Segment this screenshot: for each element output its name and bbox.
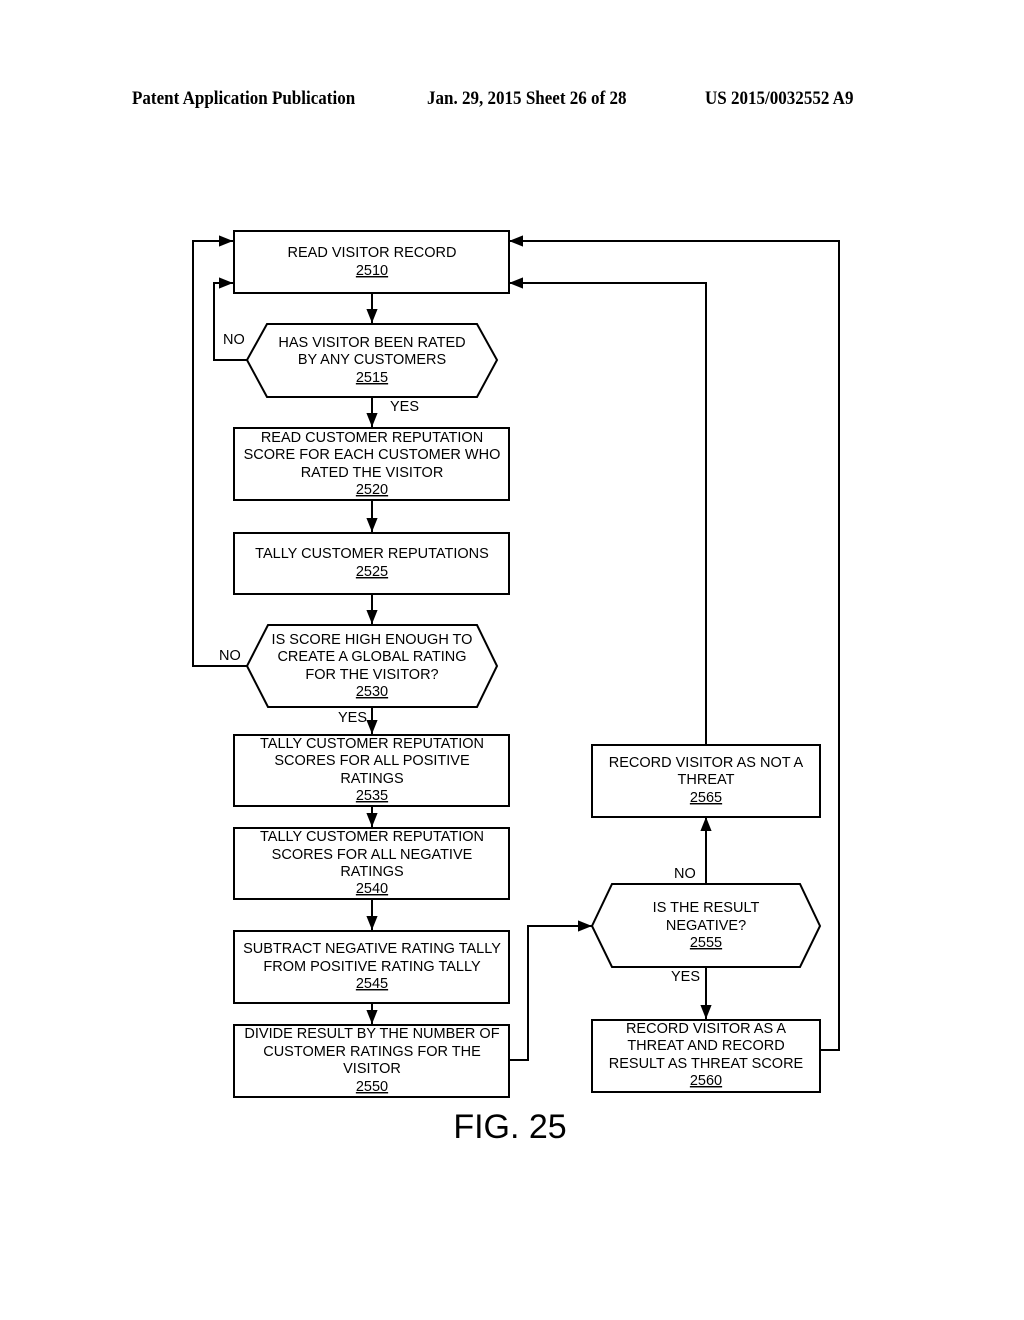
node-2545-ref: 2545 <box>356 976 388 992</box>
node-2530-ref: 2530 <box>356 684 388 700</box>
node-2525-text: TALLY CUSTOMER REPUTATIONS <box>255 546 489 562</box>
node-2530-text-3: FOR THE VISITOR? <box>305 667 438 683</box>
node-2535-text-1: TALLY CUSTOMER REPUTATION <box>260 736 484 752</box>
arrow-2515-no-to-2510 <box>213 277 247 361</box>
node-2565: RECORD VISITOR AS NOT A THREAT 2565 <box>591 744 821 818</box>
node-2530-text-2: CREATE A GLOBAL RATING <box>277 649 466 665</box>
node-2565-ref: 2565 <box>690 790 722 806</box>
node-2560-text-2: THREAT AND RECORD <box>627 1038 784 1054</box>
arrow-2550-to-2555 <box>509 920 592 1061</box>
node-2520-text-3: RATED THE VISITOR <box>301 465 444 481</box>
edge-label-2555-no: NO <box>674 866 696 882</box>
node-2545-text-2: FROM POSITIVE RATING TALLY <box>263 959 481 975</box>
node-2560-text-3: RESULT AS THREAT SCORE <box>609 1056 804 1072</box>
node-2550: DIVIDE RESULT BY THE NUMBER OF CUSTOMER … <box>233 1024 510 1098</box>
node-2565-text-1: RECORD VISITOR AS NOT A <box>609 755 804 771</box>
node-2525-ref: 2525 <box>356 564 388 580</box>
node-2560-ref: 2560 <box>690 1073 722 1089</box>
node-2510-text: READ VISITOR RECORD <box>288 245 457 261</box>
node-2565-text-2: THREAT <box>678 772 735 788</box>
node-2515-text-1: HAS VISITOR BEEN RATED <box>278 335 465 351</box>
node-2540-text-2: SCORES FOR ALL NEGATIVE <box>272 847 473 863</box>
node-2515-text-2: BY ANY CUSTOMERS <box>298 352 446 368</box>
node-2550-text-1: DIVIDE RESULT BY THE NUMBER OF <box>244 1026 499 1042</box>
edge-label-2530-yes: YES <box>338 710 367 726</box>
node-2560-text-1: RECORD VISITOR AS A <box>626 1021 786 1037</box>
node-2540-ref: 2540 <box>356 881 388 897</box>
node-2515: HAS VISITOR BEEN RATED BY ANY CUSTOMERS … <box>245 323 499 398</box>
node-2535: TALLY CUSTOMER REPUTATION SCORES FOR ALL… <box>233 734 510 807</box>
node-2520-text-1: READ CUSTOMER REPUTATION <box>261 430 483 446</box>
node-2510: READ VISITOR RECORD 2510 <box>233 230 510 294</box>
node-2550-text-2: CUSTOMER RATINGS FOR THE <box>263 1044 481 1060</box>
node-2520-ref: 2520 <box>356 482 388 498</box>
node-2510-ref: 2510 <box>356 263 388 279</box>
edge-label-2530-no: NO <box>219 648 241 664</box>
edge-label-2515-yes: YES <box>390 399 419 415</box>
node-2555: IS THE RESULT NEGATIVE? 2555 <box>590 883 822 968</box>
node-2540-text-1: TALLY CUSTOMER REPUTATION <box>260 829 484 845</box>
node-2545-text-1: SUBTRACT NEGATIVE RATING TALLY <box>243 941 501 957</box>
node-2530: IS SCORE HIGH ENOUGH TO CREATE A GLOBAL … <box>245 624 499 708</box>
node-2555-text-2: NEGATIVE? <box>666 918 746 934</box>
node-2555-ref: 2555 <box>690 935 722 951</box>
edge-label-2515-no: NO <box>223 332 245 348</box>
node-2550-text-3: VISITOR <box>343 1061 401 1077</box>
node-2560: RECORD VISITOR AS A THREAT AND RECORD RE… <box>591 1019 821 1093</box>
figure-label: FIG. 25 <box>453 1108 566 1146</box>
node-2540: TALLY CUSTOMER REPUTATION SCORES FOR ALL… <box>233 827 510 900</box>
edge-label-2555-yes: YES <box>671 969 700 985</box>
arrow-2565-to-2510 <box>509 277 707 745</box>
node-2555-text-1: IS THE RESULT <box>653 900 760 916</box>
node-2550-ref: 2550 <box>356 1079 388 1095</box>
node-2535-text-2: SCORES FOR ALL POSITIVE <box>274 753 470 769</box>
node-2530-text-1: IS SCORE HIGH ENOUGH TO <box>272 632 473 648</box>
node-2540-text-3: RATINGS <box>340 864 403 880</box>
node-2525: TALLY CUSTOMER REPUTATIONS 2525 <box>233 532 510 595</box>
node-2520-text-2: SCORE FOR EACH CUSTOMER WHO <box>244 447 501 463</box>
node-2520: READ CUSTOMER REPUTATION SCORE FOR EACH … <box>233 427 510 501</box>
node-2535-ref: 2535 <box>356 788 388 804</box>
node-2515-ref: 2515 <box>356 370 388 386</box>
flowchart: READ VISITOR RECORD 2510 HAS VISITOR BEE… <box>192 230 840 1146</box>
node-2545: SUBTRACT NEGATIVE RATING TALLY FROM POSI… <box>233 930 510 1004</box>
node-2535-text-3: RATINGS <box>340 771 403 787</box>
